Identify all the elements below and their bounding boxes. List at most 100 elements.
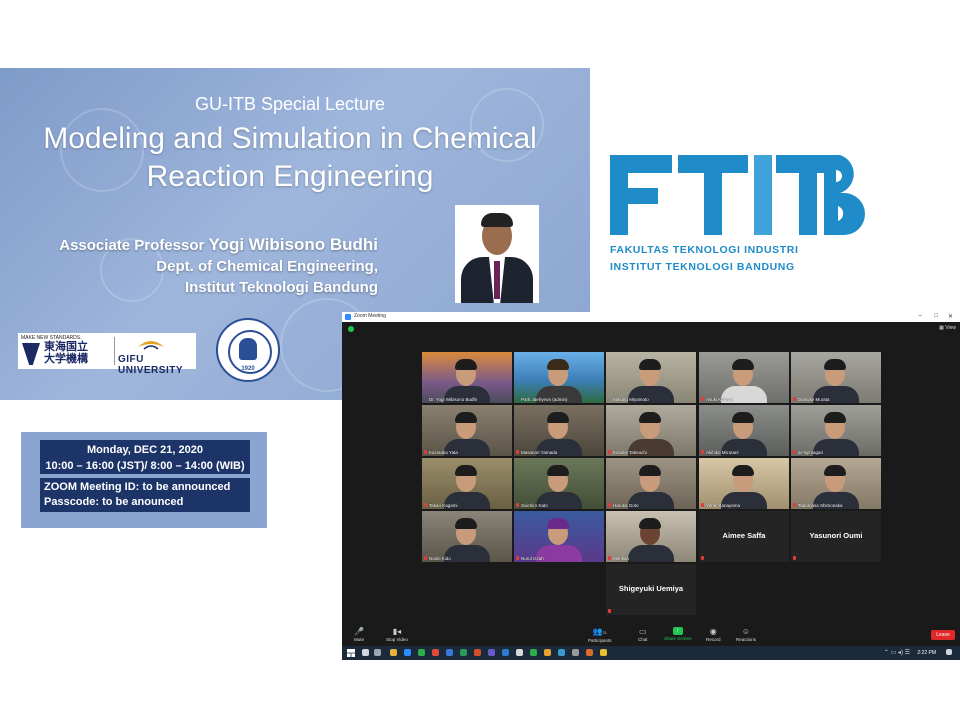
encryption-shield-icon[interactable]	[348, 326, 354, 332]
participants-icon: 👥21	[592, 627, 607, 636]
video-camera-icon: ▮◂	[392, 627, 402, 636]
tokai-gifu-logo: MAKE NEW STANDARDS. 東海国立 大学機構 GIFU UNIVE…	[18, 333, 196, 376]
gifu-mark-icon	[138, 341, 164, 350]
poster-title-line2: Reaction Engineering	[146, 160, 434, 193]
app-icon[interactable]	[600, 649, 607, 656]
video-tile[interactable]: Masanori Yamada	[514, 405, 604, 456]
app-icon[interactable]	[558, 649, 565, 656]
video-tile-off[interactable]: Yasunori Oumi	[791, 511, 881, 562]
stop-video-label: Stop Video	[386, 637, 408, 642]
participant-name: Kazutaka Yata	[429, 450, 458, 455]
speaker-name-line: Associate Professor Yogi Wibisono Budhi	[59, 234, 378, 256]
chrome-icon[interactable]	[432, 649, 439, 656]
speaker-institute: Institut Teknologi Bandung	[184, 279, 378, 296]
app-icon[interactable]	[530, 649, 537, 656]
muted-mic-icon	[793, 397, 796, 401]
microphone-icon: 🎤	[354, 627, 364, 636]
video-tile-off[interactable]: Shigeyuki Uemiya	[606, 564, 696, 615]
chat-button[interactable]: ▭ Chat	[638, 627, 648, 642]
file-explorer-icon[interactable]	[390, 649, 397, 656]
seal-year: 1920	[241, 366, 255, 372]
notification-icon[interactable]	[946, 649, 952, 655]
video-tile[interactable]: Kosuke Takeuchi	[606, 405, 696, 456]
ganesha-icon	[239, 338, 257, 360]
stop-video-button[interactable]: ▮◂ Stop Video	[386, 627, 408, 642]
system-tray-icons[interactable]: ⌃ ▭ ◂) ☰	[884, 649, 910, 656]
chat-icon: ▭	[638, 627, 647, 636]
view-button[interactable]: ▦ View	[939, 325, 956, 331]
participant-name: Masanori Yamada	[521, 450, 558, 455]
share-screen-label: Share Screen	[664, 636, 692, 641]
app-icon[interactable]	[488, 649, 495, 656]
app-icon[interactable]	[544, 649, 551, 656]
participant-name: ar-fujimagari	[798, 450, 824, 455]
powerpoint-icon[interactable]	[474, 649, 481, 656]
participant-name: Haruka Goto	[613, 503, 639, 508]
video-tile[interactable]: Yuhei Kanayama	[699, 458, 789, 509]
participant-name: Yasunori Oumi	[809, 531, 863, 540]
video-tile[interactable]: Kazutaka Yata	[422, 405, 512, 456]
poster-title: Modeling and Simulation in Chemical Reac…	[0, 120, 580, 196]
task-view-icon[interactable]	[374, 649, 381, 656]
muted-mic-icon	[701, 503, 704, 507]
video-tile[interactable]: Dr. Yogi Wibisono Budhi	[422, 352, 512, 403]
zoom-passcode: Passcode: to be anounced	[44, 496, 184, 508]
app-icon[interactable]	[586, 649, 593, 656]
excel-icon[interactable]	[460, 649, 467, 656]
muted-mic-icon	[516, 503, 519, 507]
view-label: View	[945, 325, 956, 331]
search-icon[interactable]	[362, 649, 369, 656]
app-icon[interactable]	[516, 649, 523, 656]
video-tile[interactable]: Merikah	[606, 511, 696, 562]
maximize-icon[interactable]: □	[934, 313, 938, 319]
video-tile[interactable]: Akihiko Mizutani	[699, 405, 789, 456]
logo-kanji: 東海国立 大学機構	[44, 341, 88, 365]
muted-mic-icon	[424, 450, 427, 454]
participant-name: Naoki Kido	[429, 556, 451, 561]
logo-kanji-1: 東海国立	[44, 341, 88, 353]
speaker-name: Yogi Wibisono Budhi	[208, 235, 378, 254]
video-tile[interactable]: Naoki Kido	[422, 511, 512, 562]
participant-name: Asuki Kohara	[706, 397, 733, 402]
close-icon[interactable]: ✕	[948, 313, 953, 320]
reactions-button[interactable]: ☺ Reactions	[736, 627, 756, 642]
video-tile[interactable]: Daisuke Murata	[791, 352, 881, 403]
muted-mic-icon	[608, 503, 611, 507]
taskbar-clock: 2:22 PM	[917, 650, 936, 656]
mute-button[interactable]: 🎤 Mute	[354, 627, 364, 642]
leave-button[interactable]: Leave	[931, 630, 955, 640]
video-tile[interactable]: Tadamasa Shimonaka	[791, 458, 881, 509]
app-icon[interactable]	[572, 649, 579, 656]
video-tile[interactable]: Soichiro Kato	[514, 458, 604, 509]
video-tile[interactable]: ar-fujimagari	[791, 405, 881, 456]
video-tile[interactable]: Haruka Goto	[606, 458, 696, 509]
video-tile[interactable]: Park Jaehyeon (admin)	[514, 352, 604, 403]
outlook-icon[interactable]	[502, 649, 509, 656]
participant-name: Soichiro Kato	[521, 503, 548, 508]
muted-mic-icon	[608, 556, 611, 560]
logo-kanji-2: 大学機構	[44, 353, 88, 365]
muted-mic-icon	[608, 450, 611, 454]
video-tile[interactable]: Asuki Kohara	[699, 352, 789, 403]
video-tile[interactable]: Takao Kagami	[422, 458, 512, 509]
windows-start-icon[interactable]	[347, 649, 355, 657]
video-tile-off[interactable]: Aimee Saffa	[699, 511, 789, 562]
zoom-meeting-id: ZOOM Meeting ID: to be announced	[44, 481, 231, 493]
zoom-app-icon[interactable]	[404, 649, 411, 656]
participants-button[interactable]: 👥21 Participants	[588, 627, 612, 643]
muted-mic-icon	[608, 609, 611, 613]
minimize-icon[interactable]: –	[919, 313, 922, 319]
app-icon[interactable]	[418, 649, 425, 656]
speaker-info: Associate Professor Yogi Wibisono Budhi …	[59, 234, 378, 298]
schedule-box: Monday, DEC 21, 2020 10:00 – 16:00 (JST)…	[21, 432, 267, 528]
record-button[interactable]: ◉ Record	[706, 627, 721, 642]
ftitb-logo: FAKULTAS TEKNOLOGI INDUSTRI INSTITUT TEK…	[610, 150, 870, 275]
video-tile[interactable]: Masaru Miyamoto	[606, 352, 696, 403]
share-screen-button[interactable]: ↑ Share Screen	[664, 627, 692, 641]
ftitb-line1: FAKULTAS TEKNOLOGI INDUSTRI	[610, 244, 799, 256]
zoom-titlebar: Zoom Meeting – □ ✕	[342, 312, 960, 322]
word-icon[interactable]	[446, 649, 453, 656]
video-tile[interactable]: Nurul Izzah	[514, 511, 604, 562]
poster-title-line1: Modeling and Simulation in Chemical	[43, 122, 537, 155]
ftitb-line2: INSTITUT TEKNOLOGI BANDUNG	[610, 261, 795, 273]
